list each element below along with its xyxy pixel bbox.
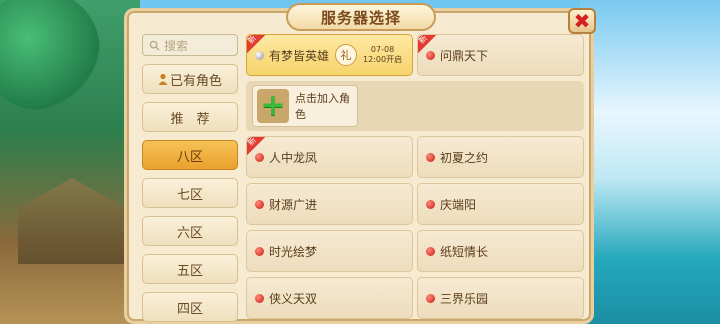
sidebar-item-zone-6[interactable]: 六区	[142, 216, 238, 246]
server-card[interactable]: 财源广进	[246, 183, 413, 225]
region-sidebar: 搜索 已有角色 推 荐 八区 七区 六区 五区 四区	[142, 34, 238, 322]
sidebar-item-zone-4[interactable]: 四区	[142, 292, 238, 322]
server-status-icon	[426, 293, 435, 303]
new-badge: 新	[246, 135, 265, 155]
server-card[interactable]: 新 人中龙凤	[246, 135, 413, 178]
server-status-icon	[426, 246, 435, 256]
person-icon	[158, 73, 168, 85]
server-name: 财源广进	[269, 197, 318, 212]
sidebar-item-label: 已有角色	[169, 73, 222, 89]
server-name: 人中龙凤	[269, 150, 318, 165]
background-island	[0, 0, 140, 324]
server-status-icon	[426, 152, 435, 162]
server-card[interactable]: 初夏之约	[417, 136, 584, 178]
palm-tree-image	[0, 0, 100, 110]
add-role-button[interactable]: + 点击加入角色	[252, 85, 358, 127]
server-name: 初夏之约	[440, 150, 489, 165]
dialog-title: 服务器选择	[286, 3, 436, 31]
sidebar-item-label: 四区	[176, 301, 203, 317]
server-status-icon	[255, 246, 264, 256]
sidebar-item-label: 六区	[176, 225, 203, 241]
add-role-row: + 点击加入角色	[246, 81, 584, 131]
sidebar-item-label: 五区	[176, 263, 203, 279]
server-card[interactable]: 三界乐园	[417, 277, 584, 319]
server-list: 新 有梦皆英雄 礼 07-08 12:00开启 新 问鼎天下 + 点击加入角色 …	[246, 34, 586, 324]
sidebar-item-zone-5[interactable]: 五区	[142, 254, 238, 284]
server-card-featured[interactable]: 新 有梦皆英雄 礼 07-08 12:00开启	[246, 34, 413, 76]
server-card[interactable]: 纸短情长	[417, 230, 584, 272]
server-name: 侠义天双	[269, 291, 318, 306]
sidebar-item-zone-7[interactable]: 七区	[142, 178, 238, 208]
new-badge: 新	[246, 34, 265, 53]
server-status-icon	[255, 199, 264, 209]
sidebar-item-zone-8[interactable]: 八区	[142, 140, 238, 170]
sidebar-item-label: 八区	[176, 149, 203, 165]
server-name: 问鼎天下	[440, 48, 489, 63]
search-placeholder: 搜索	[164, 38, 189, 53]
search-icon	[149, 40, 160, 51]
server-name: 纸短情长	[440, 244, 489, 259]
server-card[interactable]: 庆端阳	[417, 183, 584, 225]
close-icon: ✖	[573, 9, 591, 33]
add-role-label: 点击加入角色	[294, 92, 350, 121]
server-name: 时光绘梦	[269, 244, 318, 259]
sidebar-item-my-roles[interactable]: 已有角色	[142, 64, 238, 94]
server-card[interactable]: 侠义天双	[246, 277, 413, 319]
sidebar-item-label: 推 荐	[170, 111, 210, 127]
close-button[interactable]: ✖	[568, 8, 596, 34]
sidebar-item-label: 七区	[176, 187, 203, 203]
sidebar-item-recommended[interactable]: 推 荐	[142, 102, 238, 132]
plus-icon: +	[257, 89, 289, 123]
server-name: 有梦皆英雄	[269, 48, 330, 63]
gift-icon[interactable]: 礼	[335, 44, 358, 66]
server-name: 庆端阳	[440, 197, 477, 212]
server-card[interactable]: 新 问鼎天下	[417, 34, 584, 76]
server-status-icon	[426, 199, 435, 209]
new-badge: 新	[417, 34, 436, 53]
search-input[interactable]: 搜索	[142, 34, 238, 56]
hut-image	[18, 178, 126, 264]
server-status-icon	[255, 293, 264, 303]
server-name: 三界乐园	[440, 291, 489, 306]
server-card[interactable]: 时光绘梦	[246, 230, 413, 272]
background-sea	[580, 0, 720, 324]
open-time: 07-08 12:00开启	[363, 45, 403, 64]
